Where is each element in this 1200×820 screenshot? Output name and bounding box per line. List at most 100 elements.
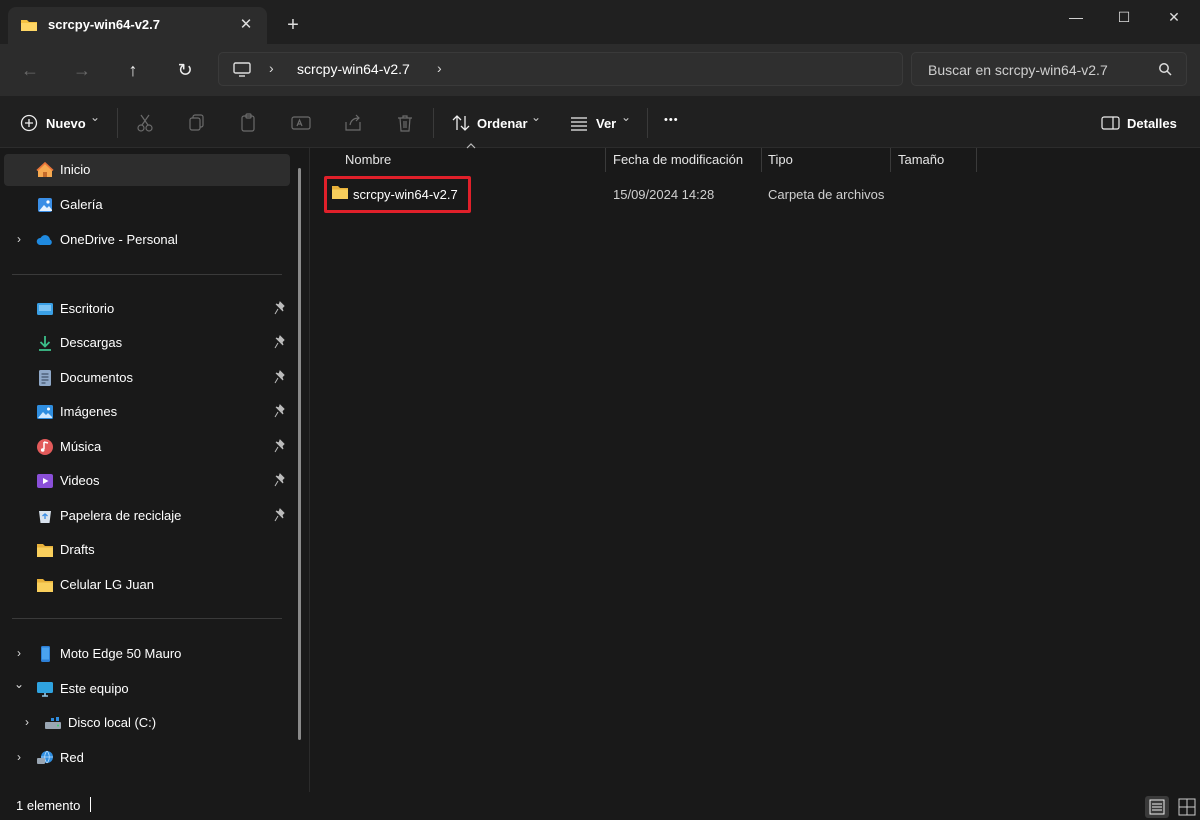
sidebar-item-drafts[interactable]: Drafts	[4, 534, 290, 566]
plus-circle-icon[interactable]	[18, 112, 40, 134]
up-button[interactable]: ↑	[119, 56, 147, 84]
toolbar-divider	[647, 108, 648, 138]
breadcrumb-separator[interactable]: ›	[437, 60, 442, 76]
monitor-icon	[233, 62, 251, 77]
image-icon	[37, 405, 53, 419]
chevron-down-icon[interactable]: ⌄	[621, 110, 631, 132]
delete-icon[interactable]	[394, 112, 416, 134]
chevron-right-icon[interactable]: ›	[22, 715, 32, 729]
sidebar-item-recycle-bin[interactable]: Papelera de reciclaje	[4, 500, 290, 532]
column-size[interactable]: Tamaño	[898, 152, 944, 167]
sidebar-item-music[interactable]: Música	[4, 431, 290, 463]
cut-icon[interactable]	[134, 112, 156, 134]
sort-icon[interactable]	[450, 112, 472, 134]
sidebar-item-label: Galería	[60, 197, 103, 212]
search-box[interactable]: Buscar en scrcpy-win64-v2.7	[911, 52, 1187, 86]
folder-icon	[21, 20, 37, 31]
pin-icon[interactable]	[274, 301, 286, 315]
video-icon	[37, 474, 53, 488]
pin-icon[interactable]	[274, 439, 286, 453]
sidebar-item-videos[interactable]: Videos	[4, 465, 290, 497]
file-modified: 15/09/2024 14:28	[613, 187, 715, 202]
chevron-right-icon[interactable]: ›	[14, 646, 24, 660]
chevron-down-icon[interactable]: ⌄	[90, 110, 100, 132]
sidebar-item-this-pc[interactable]: ⌄ Este equipo	[4, 673, 290, 705]
breadcrumb-separator[interactable]: ›	[269, 60, 274, 76]
pin-icon[interactable]	[274, 508, 286, 522]
gallery-icon	[38, 198, 52, 212]
sort-button[interactable]: Ordenar	[477, 116, 528, 138]
tiles-view-icon[interactable]	[1176, 796, 1198, 818]
tab-close-button[interactable]: ✕	[234, 13, 258, 37]
chevron-down-icon[interactable]: ⌄	[531, 110, 541, 132]
copy-icon[interactable]	[186, 112, 208, 134]
sidebar-item-network[interactable]: › Red	[4, 742, 290, 774]
sidebar-item-onedrive[interactable]: › OneDrive - Personal	[4, 224, 290, 256]
chevron-right-icon[interactable]: ›	[14, 750, 24, 764]
column-divider[interactable]	[890, 148, 891, 172]
chevron-down-icon[interactable]: ⌄	[14, 677, 24, 691]
sidebar-item-label: Drafts	[60, 542, 95, 557]
document-icon	[39, 370, 51, 386]
column-modified[interactable]: Fecha de modificación	[613, 152, 743, 167]
cloud-icon	[36, 235, 52, 245]
list-view-icon	[1149, 799, 1165, 815]
view-button[interactable]: Ver	[596, 116, 616, 138]
pin-icon[interactable]	[274, 335, 286, 349]
phone-icon	[41, 646, 50, 662]
sidebar-item-home[interactable]: Inicio	[4, 154, 290, 186]
column-type[interactable]: Tipo	[768, 152, 793, 167]
sidebar-item-documents[interactable]: Documentos	[4, 362, 290, 394]
column-divider[interactable]	[761, 148, 762, 172]
search-input[interactable]: Buscar en scrcpy-win64-v2.7	[928, 62, 1108, 78]
chevron-right-icon[interactable]: ›	[14, 232, 24, 246]
sidebar-item-label: Videos	[60, 473, 100, 488]
sidebar-item-local-disk[interactable]: › Disco local (C:)	[12, 707, 298, 739]
item-count: 1 elemento	[16, 798, 81, 813]
sidebar-item-label: Celular LG Juan	[60, 577, 154, 592]
pin-icon[interactable]	[274, 404, 286, 418]
column-divider[interactable]	[976, 148, 977, 172]
status-bar	[0, 792, 1200, 820]
sidebar-item-gallery[interactable]: Galería	[4, 189, 290, 221]
sidebar-item-label: Imágenes	[60, 404, 118, 419]
new-button[interactable]: Nuevo	[46, 116, 86, 138]
search-icon[interactable]	[1158, 62, 1172, 76]
share-icon[interactable]	[342, 112, 364, 134]
sidebar-item-label: Moto Edge 50 Mauro	[60, 646, 182, 661]
breadcrumb-folder[interactable]: scrcpy-win64-v2.7	[297, 61, 410, 77]
maximize-button[interactable]: ☐	[1098, 0, 1150, 34]
sidebar-item-moto-edge[interactable]: › Moto Edge 50 Mauro	[4, 638, 290, 670]
paste-icon[interactable]	[238, 112, 260, 134]
refresh-button[interactable]: ↻	[171, 56, 199, 84]
home-icon	[36, 161, 54, 177]
forward-button[interactable]: →	[68, 56, 96, 84]
sidebar-scrollbar[interactable]	[298, 168, 301, 740]
sidebar-item-label: Descargas	[60, 335, 123, 350]
sidebar-item-desktop[interactable]: Escritorio	[4, 293, 290, 325]
folder-icon	[332, 186, 348, 199]
tab-current[interactable]: scrcpy-win64-v2.7 ✕	[8, 7, 267, 44]
toolbar-divider	[117, 108, 118, 138]
more-options-button[interactable]: •••	[664, 114, 679, 136]
rename-icon[interactable]	[290, 112, 312, 134]
file-name[interactable]: scrcpy-win64-v2.7	[353, 187, 458, 202]
column-divider[interactable]	[605, 148, 606, 172]
back-button[interactable]: ←	[16, 56, 44, 84]
column-name[interactable]: Nombre	[345, 152, 391, 167]
new-tab-button[interactable]: +	[282, 14, 304, 36]
sidebar-item-downloads[interactable]: Descargas	[4, 327, 290, 359]
details-pane-icon[interactable]	[1100, 112, 1122, 134]
close-window-button[interactable]: ✕	[1148, 0, 1200, 34]
pin-icon[interactable]	[274, 473, 286, 487]
folder-icon	[37, 544, 53, 557]
details-view-button[interactable]	[1145, 796, 1169, 818]
sidebar-item-celular-lg[interactable]: Celular LG Juan	[4, 569, 290, 601]
address-bar[interactable]: › scrcpy-win64-v2.7 ›	[218, 52, 903, 86]
download-icon	[39, 336, 51, 351]
pin-icon[interactable]	[274, 370, 286, 384]
details-button[interactable]: Detalles	[1127, 116, 1177, 138]
view-icon[interactable]	[568, 112, 590, 134]
minimize-button[interactable]: —	[1050, 0, 1102, 34]
sidebar-item-images[interactable]: Imágenes	[4, 396, 290, 428]
